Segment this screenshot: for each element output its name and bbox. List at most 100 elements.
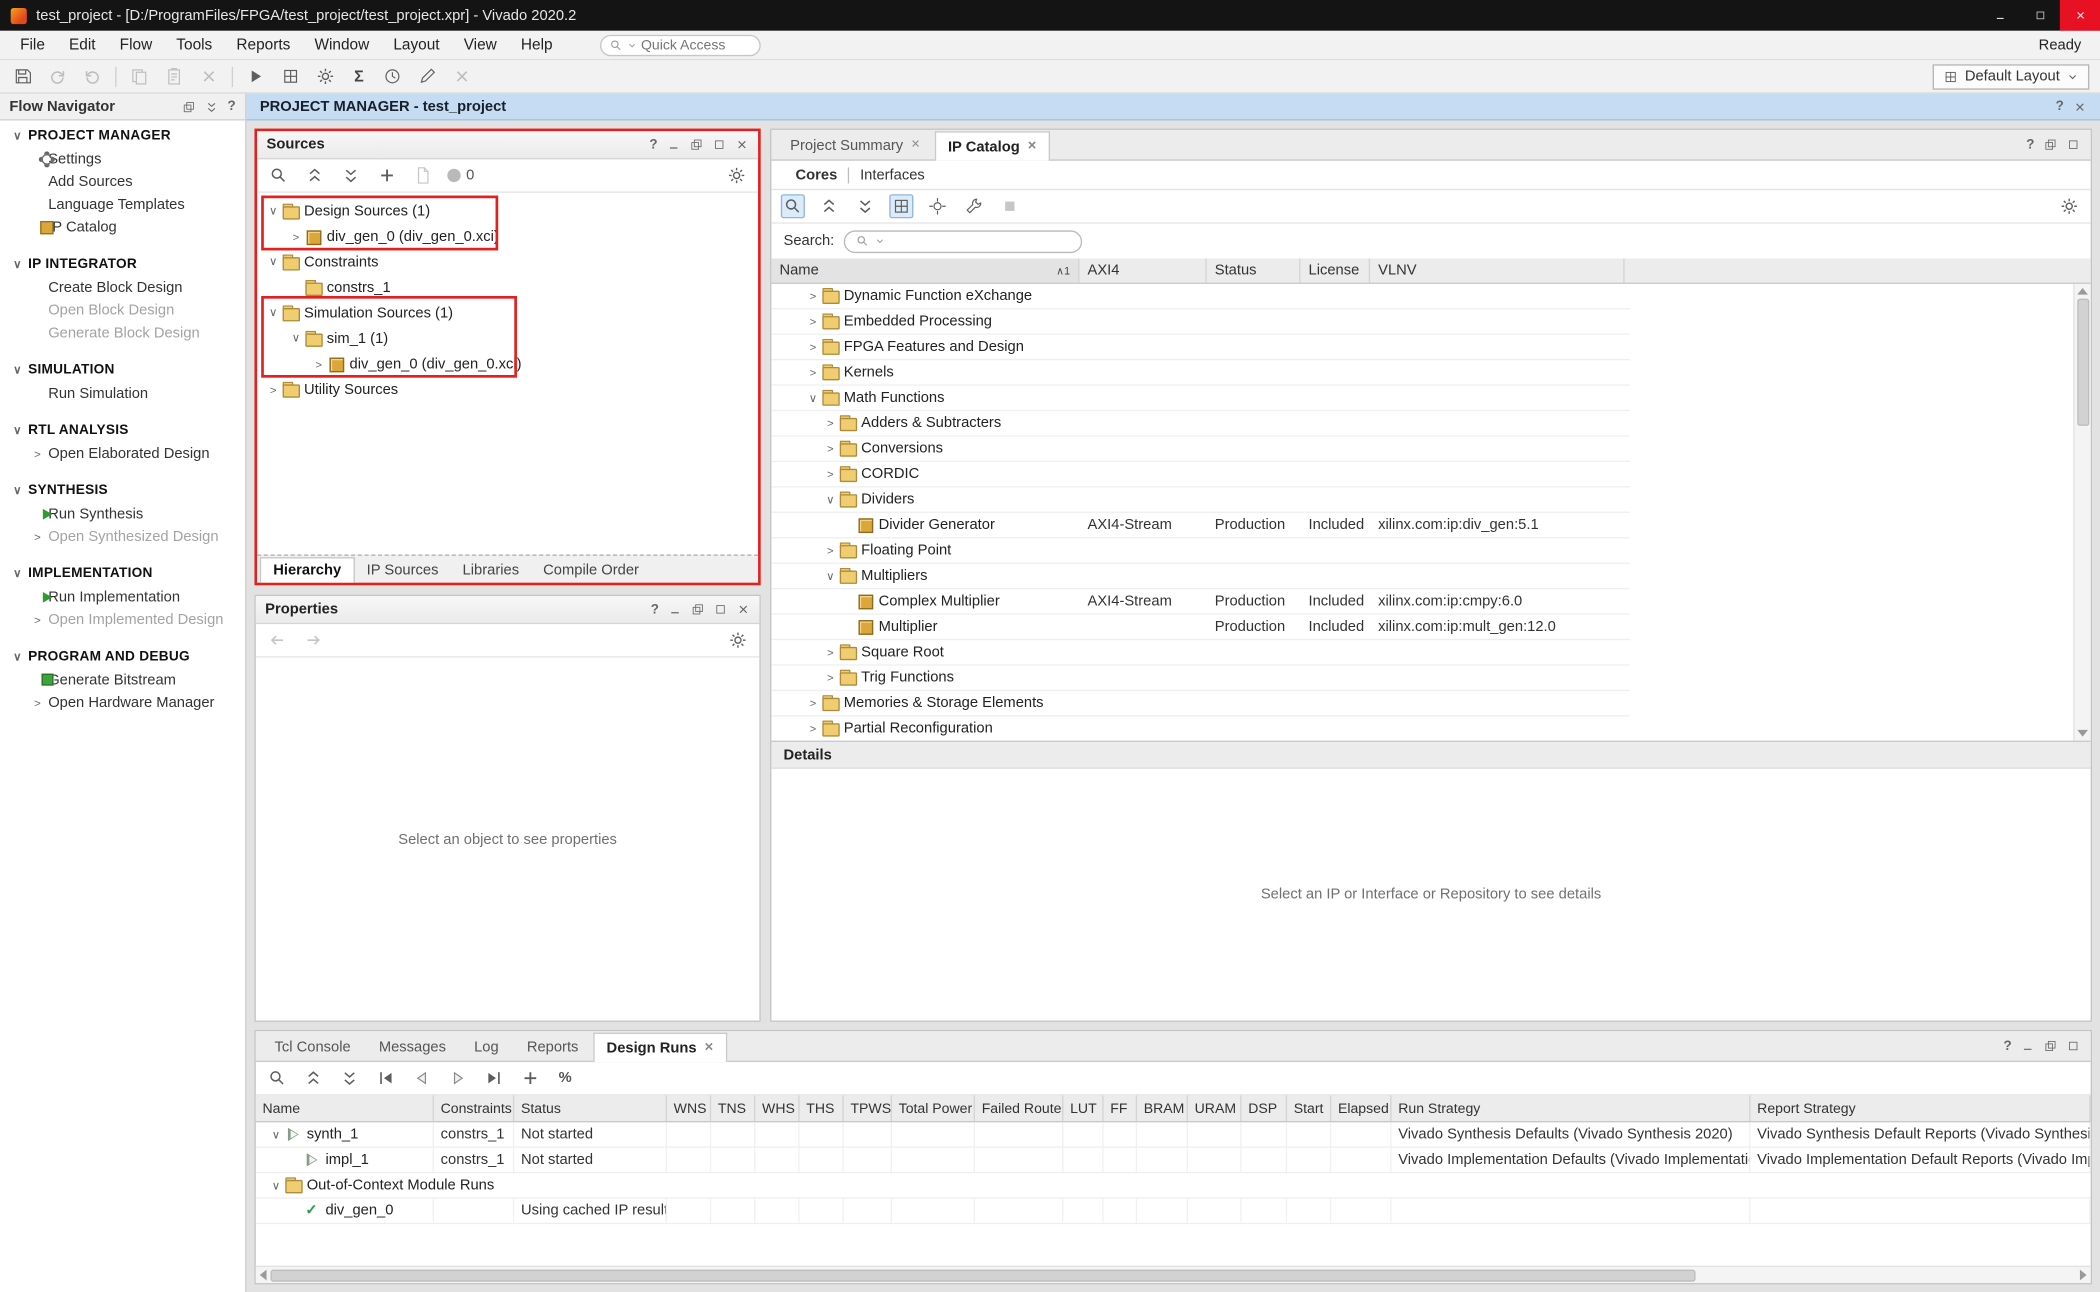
expand-icon[interactable]: > xyxy=(822,544,838,557)
settings-icon[interactable] xyxy=(725,163,749,187)
menu-item[interactable]: Layout xyxy=(381,33,451,57)
flow-nav-item[interactable]: Open Block Design xyxy=(0,299,245,322)
column-header[interactable]: Name xyxy=(256,1096,434,1121)
stop-icon[interactable] xyxy=(998,194,1022,218)
ip-catalog-row[interactable]: > CORDIC xyxy=(771,462,1629,487)
column-header-status[interactable]: Status xyxy=(1207,258,1301,282)
sources-view-tab[interactable]: Libraries xyxy=(451,558,532,582)
expand-icon[interactable]: > xyxy=(311,357,327,370)
expand-icon[interactable]: ∨ xyxy=(268,1127,284,1142)
delete-button[interactable] xyxy=(197,64,221,88)
float-icon[interactable] xyxy=(690,138,703,151)
flow-nav-item[interactable]: Generate Bitstream xyxy=(0,668,245,691)
expand-icon[interactable]: ∨ xyxy=(822,492,838,507)
close-tab-icon[interactable] xyxy=(911,138,920,153)
flow-nav-item[interactable]: Add Sources xyxy=(0,170,245,193)
layout-selector[interactable]: Default Layout xyxy=(1933,64,2090,89)
column-header-license[interactable]: License xyxy=(1300,258,1370,282)
help-icon[interactable] xyxy=(2003,1039,2011,1054)
run-step-icon[interactable] xyxy=(446,1066,470,1090)
expand-icon[interactable]: > xyxy=(265,382,281,395)
minimize-button[interactable] xyxy=(1979,0,2019,31)
column-header-vlnv[interactable]: VLNV xyxy=(1370,258,1624,282)
quick-access-search[interactable] xyxy=(599,34,760,55)
design-run-row[interactable]: div_gen_0 Using cached IP results xyxy=(256,1199,2091,1224)
minimize-icon[interactable] xyxy=(667,138,680,151)
ip-catalog-row[interactable]: > Embedded Processing xyxy=(771,309,1629,334)
source-tree-item[interactable]: constrs_1 xyxy=(257,275,758,300)
menu-item[interactable]: File xyxy=(8,33,57,57)
help-icon[interactable] xyxy=(2026,137,2034,152)
flow-nav-item[interactable]: ∨ SIMULATION xyxy=(0,359,245,382)
scroll-left-arrow[interactable] xyxy=(260,1270,267,1281)
settings-gear-icon[interactable] xyxy=(313,64,337,88)
expand-icon[interactable]: ∨ xyxy=(265,305,281,320)
menu-item[interactable]: Window xyxy=(302,33,381,57)
expand-icon[interactable]: > xyxy=(805,315,821,328)
ip-catalog-row[interactable]: > Square Root xyxy=(771,640,1629,665)
expand-all-icon[interactable] xyxy=(339,163,363,187)
ip-catalog-row[interactable]: > Kernels xyxy=(771,360,1629,385)
close-icon[interactable] xyxy=(737,603,750,616)
customize-wrench-icon[interactable] xyxy=(962,194,986,218)
close-button[interactable] xyxy=(2060,0,2100,31)
search-icon[interactable] xyxy=(781,194,805,218)
flow-nav-item[interactable]: Run Simulation xyxy=(0,382,245,405)
source-tree-item[interactable]: ∨ Design Sources (1) xyxy=(257,198,758,223)
cancel-button[interactable] xyxy=(450,64,474,88)
minimize-icon[interactable] xyxy=(2021,1039,2034,1052)
flow-nav-item[interactable]: Generate Block Design xyxy=(0,321,245,344)
scrollbar-thumb[interactable] xyxy=(271,1269,1696,1281)
flow-nav-item[interactable]: Settings xyxy=(0,147,245,170)
help-icon[interactable] xyxy=(651,602,659,617)
ip-catalog-row[interactable]: Multiplier Production Included xilinx.co… xyxy=(771,615,1629,640)
edit-pencil-icon[interactable] xyxy=(415,64,439,88)
ip-search-input[interactable] xyxy=(891,233,1070,249)
maximize-icon[interactable] xyxy=(2067,138,2080,151)
expand-icon[interactable]: ∨ xyxy=(288,331,304,346)
back-arrow-icon[interactable] xyxy=(265,628,289,652)
redo-button[interactable] xyxy=(80,64,104,88)
expand-icon[interactable]: > xyxy=(288,230,304,243)
collapse-all-icon[interactable] xyxy=(303,163,327,187)
column-header[interactable]: Run Strategy xyxy=(1392,1096,1751,1121)
maximize-icon[interactable] xyxy=(714,603,727,616)
vertical-scrollbar[interactable] xyxy=(2073,284,2090,741)
percent-icon[interactable] xyxy=(554,1070,575,1086)
sources-view-tab[interactable]: Hierarchy xyxy=(260,557,355,582)
help-icon[interactable] xyxy=(649,137,657,152)
float-icon[interactable] xyxy=(2044,138,2057,151)
scroll-down-arrow[interactable] xyxy=(2077,730,2088,737)
column-header[interactable]: WNS xyxy=(667,1096,711,1121)
expand-icon[interactable]: > xyxy=(805,289,821,302)
column-header[interactable]: THS xyxy=(800,1096,844,1121)
expand-icon[interactable]: > xyxy=(805,366,821,379)
ip-catalog-row[interactable]: > Dynamic Function eXchange xyxy=(771,284,1629,309)
bottom-tab[interactable]: Tcl Console xyxy=(261,1031,364,1060)
add-sources-icon[interactable] xyxy=(375,163,399,187)
repository-icon[interactable] xyxy=(925,194,949,218)
flow-nav-item[interactable]: > Open Elaborated Design xyxy=(0,442,245,465)
float-icon[interactable] xyxy=(2044,1039,2057,1052)
menu-item[interactable]: Help xyxy=(509,33,565,57)
expand-icon[interactable]: > xyxy=(805,696,821,709)
column-header[interactable]: Start xyxy=(1287,1096,1331,1121)
dock-icon[interactable] xyxy=(182,100,195,113)
flow-nav-item[interactable]: ∨ IMPLEMENTATION xyxy=(0,563,245,586)
help-icon[interactable] xyxy=(228,99,236,114)
skip-to-start-icon[interactable] xyxy=(374,1066,398,1090)
expand-icon[interactable]: ∨ xyxy=(805,390,821,405)
ip-catalog-row[interactable]: > Partial Reconfiguration xyxy=(771,717,1629,741)
runtime-clock-icon[interactable] xyxy=(380,64,404,88)
collapse-all-icon[interactable] xyxy=(301,1066,325,1090)
sources-view-tab[interactable]: Compile Order xyxy=(531,558,651,582)
column-header[interactable]: Status xyxy=(514,1096,667,1121)
ip-catalog-row[interactable]: > Adders & Subtracters xyxy=(771,411,1629,436)
ip-catalog-row[interactable]: ∨ Math Functions xyxy=(771,386,1629,411)
paste-button[interactable] xyxy=(162,64,186,88)
column-header[interactable]: FF xyxy=(1104,1096,1137,1121)
expand-icon[interactable]: > xyxy=(805,722,821,735)
group-view-icon[interactable] xyxy=(889,194,913,218)
ip-catalog-row[interactable]: ∨ Multipliers xyxy=(771,564,1629,589)
document-tab[interactable]: IP Catalog xyxy=(935,131,1050,160)
